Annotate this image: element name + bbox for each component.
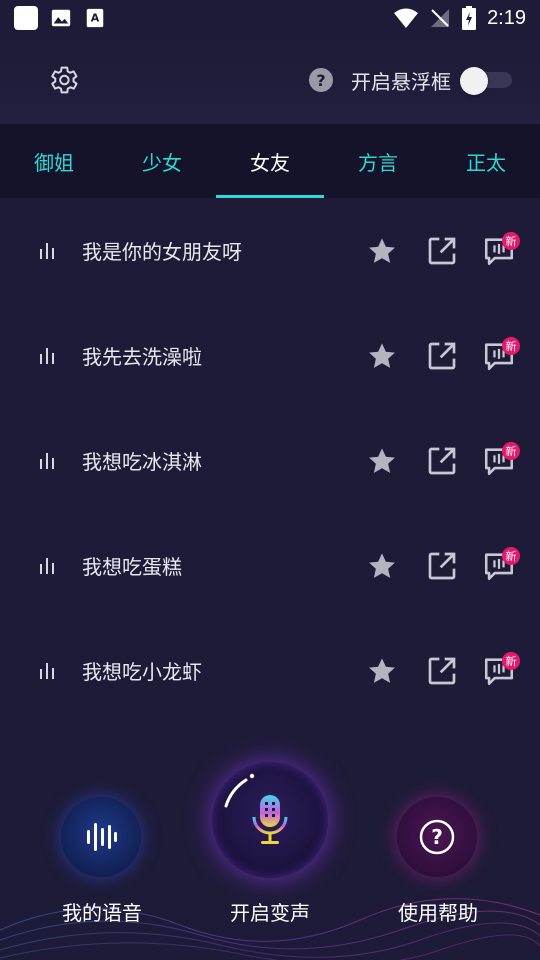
- start-voice-change-button[interactable]: [212, 762, 328, 878]
- wifi-icon: [394, 8, 419, 28]
- tab-shaonv[interactable]: 少女: [108, 124, 216, 198]
- star-icon[interactable]: [366, 550, 398, 582]
- list-item[interactable]: 我想吃蛋糕 新: [0, 513, 540, 618]
- new-badge: 新: [502, 337, 520, 355]
- bars-icon: [40, 452, 54, 469]
- new-badge: 新: [502, 232, 520, 250]
- tab-fangyan[interactable]: 方言: [324, 124, 432, 198]
- bars-icon: [40, 557, 54, 574]
- list-item-label: 我先去洗澡啦: [82, 345, 202, 369]
- tab-nvyou[interactable]: 女友: [216, 124, 324, 198]
- new-badge: 新: [502, 442, 520, 460]
- mic-ring: [224, 773, 255, 808]
- app-notification-icon: [14, 6, 38, 30]
- floating-window-label: 开启悬浮框: [351, 70, 451, 94]
- share-icon[interactable]: [426, 445, 458, 477]
- list-item[interactable]: 我先去洗澡啦 新: [0, 303, 540, 408]
- font-icon: A: [86, 8, 104, 28]
- list-item-label: 我想吃冰淇淋: [82, 450, 202, 474]
- share-icon[interactable]: [426, 340, 458, 372]
- voice-list: 我是你的女朋友呀 新 我先去洗澡啦 新 我想吃冰淇淋 新 我想吃蛋糕 新 我想吃…: [0, 198, 540, 723]
- image-icon: [51, 9, 71, 27]
- no-signal-icon: [431, 9, 450, 27]
- share-icon[interactable]: [426, 235, 458, 267]
- new-badge: 新: [502, 547, 520, 565]
- bars-icon: [40, 347, 54, 364]
- share-icon[interactable]: [426, 550, 458, 582]
- list-item-label: 我想吃蛋糕: [82, 555, 182, 579]
- battery-icon: [462, 6, 477, 30]
- status-bar: A 2:19: [0, 0, 540, 36]
- header: ? 开启悬浮框: [0, 36, 540, 124]
- list-item[interactable]: 我想吃小龙虾 新: [0, 618, 540, 723]
- bottom-panel: ? 我的语音 开启变声 使用帮助: [0, 740, 540, 960]
- list-item[interactable]: 我想吃冰淇淋 新: [0, 408, 540, 513]
- soundwave-icon: [87, 823, 117, 851]
- status-time: 2:19: [487, 6, 526, 29]
- bars-icon: [40, 662, 54, 679]
- my-voice-label: 我的语音: [62, 901, 142, 925]
- tab-zhengtai[interactable]: 正太: [432, 124, 540, 198]
- svg-text:A: A: [91, 12, 100, 25]
- star-icon[interactable]: [366, 445, 398, 477]
- start-voice-change-label: 开启变声: [230, 901, 310, 925]
- help-icon[interactable]: ?: [309, 68, 333, 92]
- tab-yujie[interactable]: 御姐: [0, 124, 108, 198]
- help-label: 使用帮助: [398, 901, 478, 925]
- star-icon[interactable]: [366, 235, 398, 267]
- toggle-thumb: [460, 67, 488, 95]
- bars-icon: [40, 242, 54, 259]
- help-button[interactable]: ?: [397, 797, 477, 877]
- floating-window-toggle[interactable]: [460, 67, 512, 95]
- list-item-label: 我是你的女朋友呀: [82, 240, 242, 264]
- star-icon[interactable]: [366, 655, 398, 687]
- help-glyph: ?: [431, 825, 443, 849]
- star-icon[interactable]: [366, 340, 398, 372]
- list-item-label: 我想吃小龙虾: [82, 660, 202, 684]
- share-icon[interactable]: [426, 655, 458, 687]
- category-tabs: 御姐 少女 女友 方言 正太: [0, 124, 540, 198]
- list-item[interactable]: 我是你的女朋友呀 新: [0, 198, 540, 303]
- gear-icon[interactable]: [46, 63, 80, 97]
- my-voice-button[interactable]: [61, 797, 141, 877]
- help-icon: ?: [419, 819, 455, 855]
- new-badge: 新: [502, 652, 520, 670]
